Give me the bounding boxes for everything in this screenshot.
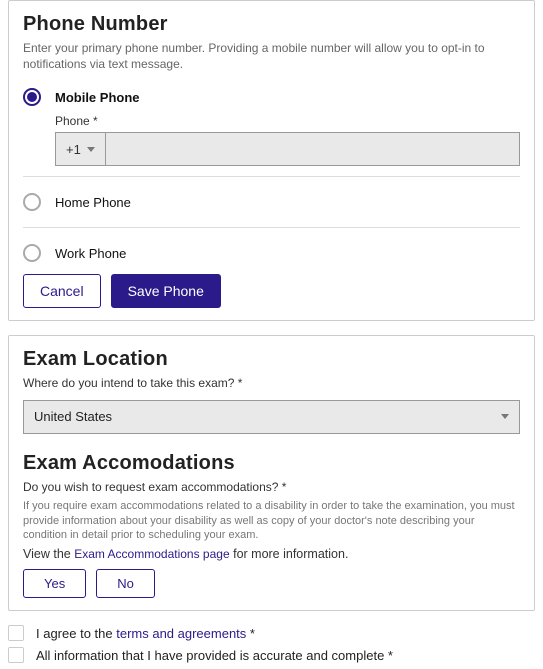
country-code-value: +1 [66, 142, 81, 157]
cancel-button[interactable]: Cancel [23, 274, 101, 308]
accom-no-button[interactable]: No [96, 569, 155, 598]
divider [23, 227, 520, 228]
mobile-phone-expand: Phone * +1 [23, 114, 520, 166]
divider [23, 176, 520, 177]
radio-mobile-label: Mobile Phone [55, 90, 140, 105]
country-code-select[interactable]: +1 [56, 133, 106, 165]
radio-row-home[interactable]: Home Phone [23, 187, 520, 217]
info-prefix: View the [23, 547, 74, 561]
info-suffix: for more information. [230, 547, 349, 561]
terms-link[interactable]: terms and agreements [116, 626, 246, 641]
exam-location-select[interactable]: United States [23, 400, 520, 434]
radio-mobile[interactable] [23, 88, 41, 106]
chevron-down-icon [501, 414, 509, 419]
exam-accom-link[interactable]: Exam Accommodations page [74, 547, 229, 561]
exam-accom-hint: If you require exam accommodations relat… [23, 499, 520, 544]
phone-number-card: Phone Number Enter your primary phone nu… [8, 0, 535, 321]
accurate-text: All information that I have provided is … [36, 648, 393, 663]
exam-location-selected: United States [34, 409, 112, 424]
phone-number-input[interactable] [106, 133, 519, 165]
accurate-row: All information that I have provided is … [8, 647, 535, 663]
radio-work[interactable] [23, 244, 41, 262]
exam-location-title: Exam Location [23, 348, 520, 371]
radio-row-mobile[interactable]: Mobile Phone [23, 82, 520, 112]
phone-help: Enter your primary phone number. Providi… [23, 40, 520, 72]
phone-input-wrap: +1 [55, 132, 520, 166]
save-phone-button[interactable]: Save Phone [111, 274, 221, 308]
exam-accom-info: View the Exam Accommodations page for mo… [23, 547, 520, 561]
terms-prefix: I agree to the [36, 626, 116, 641]
phone-sub-label: Phone * [55, 114, 520, 128]
accom-yes-button[interactable]: Yes [23, 569, 86, 598]
phone-title: Phone Number [23, 13, 520, 36]
accom-button-row: Yes No [23, 569, 520, 598]
exam-card: Exam Location Where do you intend to tak… [8, 335, 535, 611]
phone-button-row: Cancel Save Phone [23, 274, 520, 308]
chevron-down-icon [87, 147, 95, 152]
radio-dot-icon [27, 92, 37, 102]
exam-location-question: Where do you intend to take this exam? * [23, 375, 520, 391]
accurate-checkbox[interactable] [8, 647, 24, 663]
terms-text: I agree to the terms and agreements * [36, 626, 255, 641]
radio-home-label: Home Phone [55, 195, 131, 210]
exam-accom-question: Do you wish to request exam accommodatio… [23, 479, 520, 495]
terms-row: I agree to the terms and agreements * [8, 625, 535, 641]
radio-home[interactable] [23, 193, 41, 211]
terms-checkbox[interactable] [8, 625, 24, 641]
exam-accom-title: Exam Accomodations [23, 452, 520, 475]
radio-work-label: Work Phone [55, 246, 126, 261]
terms-suffix: * [246, 626, 255, 641]
radio-row-work[interactable]: Work Phone [23, 238, 520, 268]
